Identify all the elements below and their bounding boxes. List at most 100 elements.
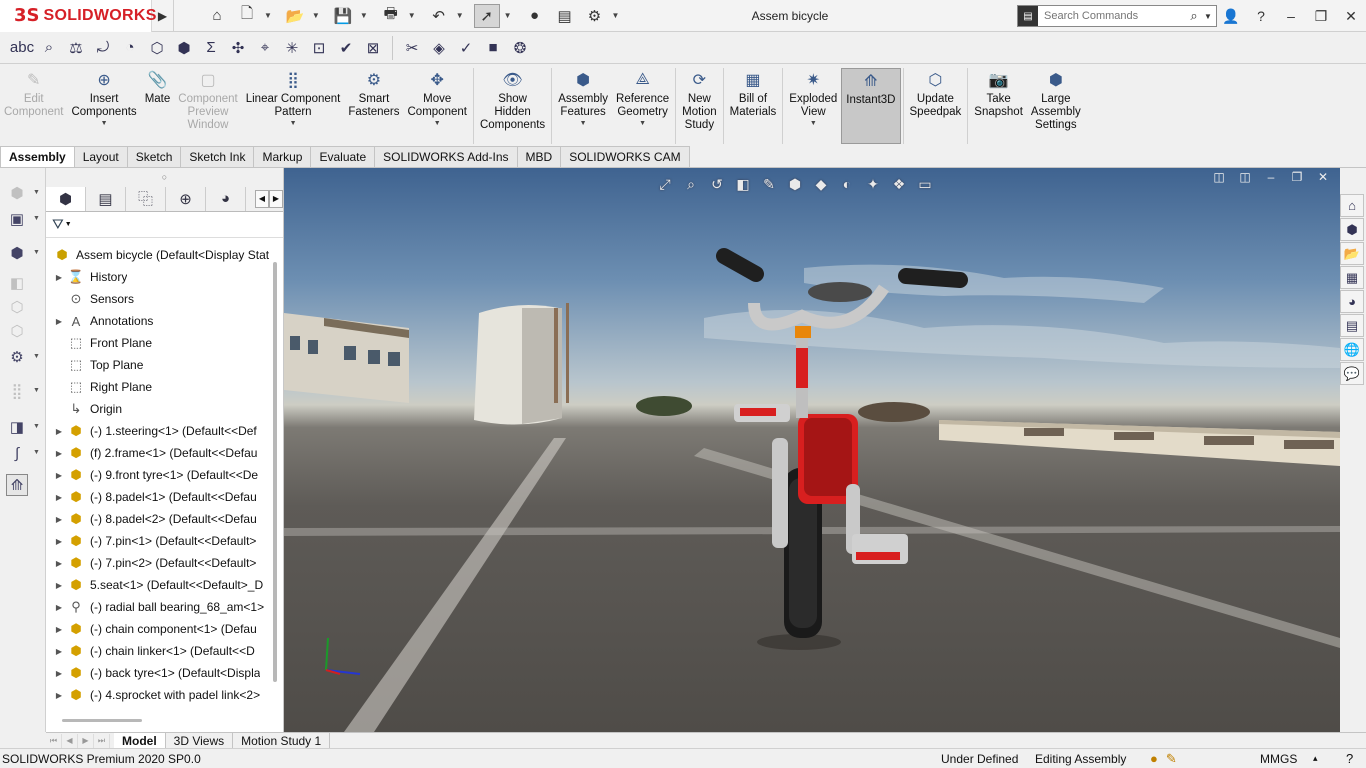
new-document-icon[interactable]: 🗋 (234, 4, 260, 28)
reference-plane-icon[interactable]: ◨ (6, 416, 28, 438)
insert-component-icon[interactable]: ⬢ (6, 242, 28, 264)
component-icon[interactable]: ⬢ (6, 182, 28, 204)
expand-arrow-icon[interactable]: ▶ (52, 669, 66, 678)
sketch-curve-icon[interactable]: ∫ (6, 442, 28, 464)
comments-icon[interactable]: 💬 (1340, 362, 1364, 385)
toolbar-tool-icon[interactable]: ✂ (400, 36, 424, 60)
viewport-close-icon[interactable]: ✕ (1314, 170, 1332, 184)
toolbar-tool-icon[interactable]: ⬡ (145, 36, 169, 60)
chevron-down-icon[interactable]: ▼ (312, 11, 320, 20)
display-manager-tab[interactable]: ◕ (206, 186, 246, 211)
tree-item[interactable]: ▶ ⬢ (f) 2.frame<1> (Default<<Defau (46, 442, 274, 464)
quick-snaps-icon[interactable]: ✎ (1166, 751, 1177, 767)
expand-arrow-icon[interactable]: ▶ (52, 427, 66, 436)
tree-item[interactable]: ▶ ⬢ (-) 7.pin<2> (Default<<Default> (46, 552, 274, 574)
toolbar-tool-icon[interactable]: ■ (481, 36, 505, 60)
view-settings-icon[interactable]: ▭ (914, 174, 936, 194)
smart-fastener-icon[interactable]: ⚙ (6, 346, 28, 368)
tree-item[interactable]: ▶ ⌛ History (46, 266, 274, 288)
propertymanager-tab[interactable]: ▤ (86, 186, 126, 211)
solidworks-resources-icon[interactable]: ⌂ (1340, 194, 1364, 217)
chevron-down-icon[interactable]: ▼ (408, 11, 416, 20)
chevron-down-icon[interactable]: ▼ (360, 11, 368, 20)
tree-horizontal-scrollbar[interactable] (62, 719, 142, 722)
chevron-down-icon[interactable]: ▼ (580, 120, 587, 127)
chevron-down-icon[interactable]: ▼ (33, 449, 40, 456)
tree-item[interactable]: ⊙ Sensors (46, 288, 274, 310)
viewport-tile-right-icon[interactable]: ◫ (1236, 170, 1254, 184)
tree-item[interactable]: ▶ ⬢ (-) back tyre<1> (Default<Displa (46, 662, 274, 684)
reference-geometry-button[interactable]: ⟁ Reference Geometry ▼ (612, 68, 673, 144)
update-speedpak-button[interactable]: ⬡ Update Speedpak (906, 68, 966, 144)
tree-item[interactable]: ⬚ Right Plane (46, 376, 274, 398)
print-icon[interactable]: 🖶 (378, 4, 404, 28)
suppress-icon[interactable]: ⬡ (6, 296, 28, 318)
configurationmanager-tab[interactable]: ⿻ (126, 186, 166, 211)
expand-arrow-icon[interactable]: ▶ (52, 449, 66, 458)
search-icon[interactable]: ⌕ (1184, 8, 1204, 24)
chevron-down-icon[interactable]: ▼ (33, 215, 40, 222)
expand-arrow-icon[interactable]: ▶ (52, 471, 66, 480)
home-icon[interactable]: ⌂ (204, 4, 230, 28)
user-icon[interactable]: 👤 (1216, 8, 1246, 25)
chevron-down-icon[interactable]: ▼ (1204, 12, 1216, 21)
tree-item[interactable]: ▶ ⬢ 5.seat<1> (Default<<Default>_D (46, 574, 274, 596)
move-component-button[interactable]: ✥ Move Component ▼ (404, 68, 471, 144)
solidworks-logo[interactable]: 3S SOLIDWORKS (0, 0, 156, 32)
help-icon[interactable]: ? (1346, 751, 1353, 766)
tab-evaluate[interactable]: Evaluate (310, 146, 376, 167)
chevron-down-icon[interactable]: ▼ (101, 120, 108, 127)
appearances-icon[interactable]: ◕ (1340, 290, 1364, 313)
linear-component-pattern-button[interactable]: ⣿ Linear Component Pattern ▼ (242, 68, 345, 144)
chevron-down-icon[interactable]: ▼ (33, 423, 40, 430)
previous-tab-icon[interactable]: ◀ (62, 733, 78, 748)
filter-icon[interactable]: ⛛ (52, 216, 64, 233)
display-style-icon[interactable]: ◆ (810, 174, 832, 194)
chevron-left-icon[interactable]: ◀ (255, 189, 269, 208)
toolbar-tool-icon[interactable]: ◈ (427, 36, 451, 60)
minimize-button[interactable]: – (1276, 8, 1306, 24)
toolbar-tool-icon[interactable]: ⚖ (64, 36, 88, 60)
tree-vertical-scrollbar[interactable] (273, 262, 277, 682)
tree-item[interactable]: ▶ ⬢ (-) 4.sprocket with padel link<2> (46, 684, 274, 706)
first-tab-icon[interactable]: ⏮ (46, 733, 62, 748)
chevron-down-icon[interactable]: ▼ (456, 11, 464, 20)
featuremanager-tab[interactable]: ⬢ (46, 186, 86, 211)
tab-mbd[interactable]: MBD (516, 146, 562, 167)
expand-arrow-icon[interactable]: ▶ (52, 515, 66, 524)
file-explorer-icon[interactable]: 📂 (1340, 242, 1364, 265)
expand-arrow-icon[interactable]: ▶ (52, 317, 66, 326)
solidworks-forum-icon[interactable]: 🌐 (1340, 338, 1364, 361)
insert-components-button[interactable]: ⊕ Insert Components ▼ (67, 68, 140, 144)
tree-item[interactable]: ▶ ⬢ (-) 7.pin<1> (Default<<Default> (46, 530, 274, 552)
model-tab-motion-study-1[interactable]: Motion Study 1 (233, 732, 331, 749)
zoom-to-fit-icon[interactable]: ⤢ (654, 174, 676, 194)
hide-show-icon[interactable]: ◧ (6, 272, 28, 294)
help-icon[interactable]: ? (1246, 8, 1276, 24)
tree-item[interactable]: ▶ ⬢ (-) chain component<1> (Defau (46, 618, 274, 640)
expand-arrow-icon[interactable]: ▶ (52, 537, 66, 546)
toolbar-tool-icon[interactable]: ⊡ (307, 36, 331, 60)
toolbar-tool-icon[interactable]: ✳ (280, 36, 304, 60)
tree-item[interactable]: ▶ ⬢ (-) chain linker<1> (Default<<D (46, 640, 274, 662)
chevron-down-icon[interactable]: ▼ (33, 387, 40, 394)
viewport-minimize-icon[interactable]: – (1262, 170, 1280, 184)
chevron-down-icon[interactable]: ▼ (264, 11, 272, 20)
custom-properties-icon[interactable]: ▤ (1340, 314, 1364, 337)
toolbar-tool-icon[interactable]: ✔ (334, 36, 358, 60)
chevron-down-icon[interactable]: ▼ (290, 120, 297, 127)
chevron-down-icon[interactable]: ▼ (65, 221, 72, 228)
chevron-down-icon[interactable]: ▼ (810, 120, 817, 127)
large-assembly-settings-button[interactable]: ⬢ Large Assembly Settings (1027, 68, 1085, 144)
new-motion-study-button[interactable]: ⟳ New Motion Study (678, 68, 721, 144)
smart-fasteners-button[interactable]: ⚙ Smart Fasteners (344, 68, 403, 144)
tree-item[interactable]: ⬚ Top Plane (46, 354, 274, 376)
chevron-down-icon[interactable]: ▼ (33, 249, 40, 256)
model-tab-model[interactable]: Model (114, 732, 166, 749)
tree-item[interactable]: ▶ ⬢ (-) 1.steering<1> (Default<<Def (46, 420, 274, 442)
select-pointer-icon[interactable]: ➚ (473, 3, 500, 28)
chevron-down-icon[interactable]: ▼ (33, 353, 40, 360)
options-gear-icon[interactable]: ⚙ (582, 4, 608, 28)
save-icon[interactable]: 💾 (330, 4, 356, 28)
panel-grip[interactable]: ○ (46, 168, 283, 186)
